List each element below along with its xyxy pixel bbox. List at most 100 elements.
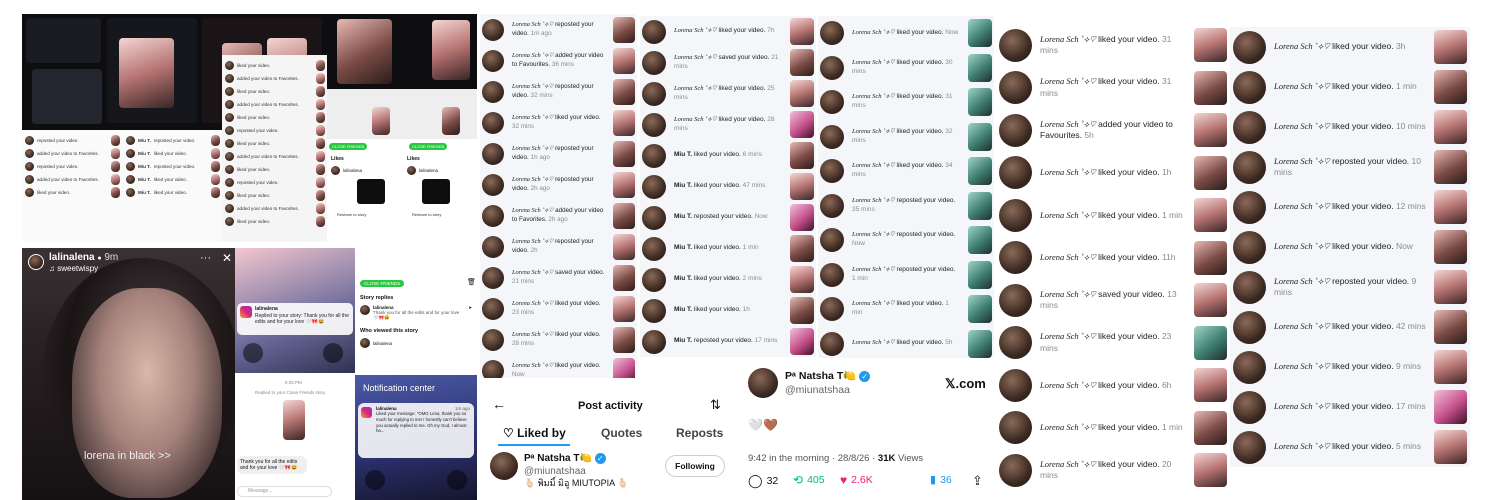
list-item[interactable]: Miu T. reposted your video. 17 mins bbox=[640, 326, 816, 357]
list-item[interactable]: Lorena Sch ˚⟡♡ liked your video. 31 mins bbox=[818, 85, 994, 120]
list-item[interactable]: Lorena Sch ˚⟡♡ liked your video. 28 mins bbox=[640, 109, 816, 140]
tab-reposts[interactable]: Reposts bbox=[676, 426, 723, 440]
list-item[interactable]: Miu T. reposted your video. Now bbox=[640, 202, 816, 233]
list-item[interactable]: Lorena Sch ˚⟡♡ liked your video. 12 mins bbox=[1230, 187, 1470, 227]
reply-item[interactable]: lalinalena Thank you for all the edits an… bbox=[360, 305, 472, 321]
list-item[interactable]: liked your video. bbox=[225, 59, 325, 72]
story-username[interactable]: lalinalena bbox=[49, 252, 95, 263]
list-item[interactable]: Lorena Sch ˚⟡♡ liked your video. 23 mins bbox=[996, 322, 1230, 365]
list-item[interactable]: Lorena Sch ˚⟡♡ liked your video. 42 mins bbox=[1230, 307, 1470, 347]
liker-user[interactable]: lalinalena bbox=[407, 166, 438, 175]
list-item[interactable]: Miu T. liked your video. bbox=[126, 147, 220, 160]
list-item[interactable]: Lorena Sch ˚⟡♡ liked your video. 25 mins bbox=[640, 78, 816, 109]
sort-icon[interactable]: ⇅ bbox=[710, 397, 721, 413]
list-item[interactable]: Lorena Sch ˚⟡♡ reposted your video. Now bbox=[818, 223, 994, 258]
camera-icon[interactable] bbox=[323, 343, 343, 363]
list-item[interactable]: liked your video. bbox=[25, 186, 120, 199]
tab-liked-by[interactable]: ♡ Liked by bbox=[503, 426, 566, 440]
repost-stat[interactable]: ⟲ 405 bbox=[793, 473, 825, 487]
list-item[interactable]: liked your video. bbox=[225, 111, 325, 124]
tweet-handle[interactable]: @miunatshaa bbox=[785, 383, 870, 397]
list-item[interactable]: Lorena Sch ˚⟡♡ reposted your video. 10 m… bbox=[1230, 147, 1470, 187]
list-item[interactable]: Lorena Sch ˚⟡♡ liked your video. 31 mins bbox=[996, 67, 1230, 110]
following-button[interactable]: Following bbox=[665, 455, 725, 477]
list-item[interactable]: liked your video. bbox=[225, 189, 325, 202]
list-item[interactable]: added your video to Favorites. bbox=[225, 98, 325, 111]
list-item[interactable]: Lorena Sch ˚⟡♡ liked your video. 30 mins bbox=[818, 51, 994, 86]
list-item[interactable]: Lorena Sch ˚⟡♡ liked your video. 1 min bbox=[996, 194, 1230, 237]
list-item[interactable]: Lorena Sch ˚⟡♡ reposted your video. 1h a… bbox=[480, 138, 637, 169]
list-item[interactable]: Lorena Sch ˚⟡♡ liked your video. 1h bbox=[996, 152, 1230, 195]
list-item[interactable]: liked your video. bbox=[225, 85, 325, 98]
list-item[interactable]: Lorena Sch ˚⟡♡ liked your video. 34 mins bbox=[818, 154, 994, 189]
list-item[interactable]: Lorena Sch ˚⟡♡ liked your video. 9 mins bbox=[1230, 347, 1470, 387]
ig-notification-banner[interactable]: lalinalena Replied to your story: Thank y… bbox=[237, 303, 353, 335]
send-icon[interactable]: ➤ bbox=[468, 305, 472, 321]
reshare-label[interactable]: Reshare to story bbox=[337, 212, 366, 217]
list-item[interactable]: Miu T. liked your video. 1 min bbox=[640, 233, 816, 264]
list-item[interactable]: added your video to Favorites. bbox=[25, 173, 120, 186]
list-item[interactable]: Lorena Sch ˚⟡♡ reposted your video. 32 m… bbox=[480, 76, 637, 107]
list-item[interactable]: Lorena Sch ˚⟡♡ liked your video. 20 mins bbox=[996, 449, 1230, 492]
liker-user[interactable]: lalinalena bbox=[331, 166, 362, 175]
list-item[interactable]: Lorena Sch ˚⟡♡ liked your video. 23 mins bbox=[480, 293, 637, 324]
list-item[interactable]: Lorena Sch ˚⟡♡ liked your video. 1 min bbox=[1230, 67, 1470, 107]
list-item[interactable]: reposted your video. bbox=[25, 134, 120, 147]
list-item[interactable]: Lorena Sch ˚⟡♡ liked your video. Now bbox=[818, 16, 994, 51]
avatar[interactable] bbox=[28, 254, 44, 271]
list-item[interactable]: Miu T. liked your video. 1h bbox=[640, 295, 816, 326]
list-item[interactable]: Lorena Sch ˚⟡♡ liked your video. 32 mins bbox=[818, 120, 994, 155]
list-item[interactable]: Lorena Sch ˚⟡♡ reposted your video. 2h bbox=[480, 231, 637, 262]
list-item[interactable]: Lorena Sch ˚⟡♡ liked your video. 5 mins bbox=[1230, 427, 1470, 467]
list-item[interactable]: Lorena Sch ˚⟡♡ saved your video. 13 mins bbox=[996, 279, 1230, 322]
list-item[interactable]: Lorena Sch ˚⟡♡ liked your video. 5h bbox=[818, 327, 994, 362]
list-item[interactable]: Lorena Sch ˚⟡♡ reposted your video. 1m a… bbox=[480, 14, 637, 45]
list-item[interactable]: Lorena Sch ˚⟡♡ liked your video. 3h bbox=[1230, 27, 1470, 67]
list-item[interactable]: added your video to Favorites. bbox=[225, 150, 325, 163]
list-item[interactable]: reposted your video. bbox=[225, 176, 325, 189]
list-item[interactable]: liked your video. bbox=[225, 215, 325, 228]
share-icon[interactable]: ⇪ bbox=[972, 473, 983, 489]
list-item[interactable]: Lorena Sch ˚⟡♡ liked your video. 1 min bbox=[996, 407, 1230, 450]
list-item[interactable]: liked your video. bbox=[225, 163, 325, 176]
list-item[interactable]: Miu T. liked your video. 2 mins bbox=[640, 264, 816, 295]
list-item[interactable]: Lorena Sch ˚⟡♡ liked your video. 1 min bbox=[818, 292, 994, 327]
list-item[interactable]: Miu T. liked your video. 6 mins bbox=[640, 140, 816, 171]
list-item[interactable]: Lorena Sch ˚⟡♡ saved your video. 21 mins bbox=[640, 47, 816, 78]
flashlight-icon[interactable] bbox=[365, 470, 385, 490]
list-item[interactable]: added your video to Favorites. bbox=[25, 147, 120, 160]
tab-quotes[interactable]: Quotes bbox=[601, 426, 642, 440]
like-stat[interactable]: ♥ 2.6K bbox=[840, 473, 873, 487]
story-music[interactable]: sweetwispy bbox=[57, 264, 98, 273]
more-icon[interactable]: ··· bbox=[200, 252, 211, 264]
list-item[interactable]: Lorena Sch ˚⟡♡ liked your video. 7h bbox=[640, 16, 816, 47]
list-item[interactable]: Miu T. liked your video. bbox=[126, 173, 220, 186]
notification-card[interactable]: lalinalena 1m ago Liked your message: "OM… bbox=[358, 403, 474, 458]
avatar[interactable] bbox=[490, 452, 518, 480]
list-item[interactable]: Lorena Sch ˚⟡♡ liked your video. 6h bbox=[996, 364, 1230, 407]
message-input[interactable]: Message... bbox=[237, 486, 332, 497]
liker-row[interactable]: Pᵃ Natsha T🍋 ✓ @miunatshaa 🫰🏻 พิมมิ์ มิอ… bbox=[490, 452, 628, 490]
list-item[interactable]: Lorena Sch ˚⟡♡ liked your video. 10 mins bbox=[1230, 107, 1470, 147]
list-item[interactable]: Lorena Sch ˚⟡♡ liked your video. 31 mins bbox=[996, 24, 1230, 67]
list-item[interactable]: Miu T. reposted your video. bbox=[126, 160, 220, 173]
list-item[interactable]: Lorena Sch ˚⟡♡ reposted your video. 1 mi… bbox=[818, 258, 994, 293]
tweet-author-name[interactable]: Pᵃ Natsha T bbox=[785, 370, 843, 382]
list-item[interactable]: reposted your video. bbox=[225, 124, 325, 137]
list-item[interactable]: Lorena Sch ˚⟡♡ saved your video. 21 mins bbox=[480, 262, 637, 293]
list-item[interactable]: Lorena Sch ˚⟡♡ liked your video. Now bbox=[1230, 227, 1470, 267]
list-item[interactable]: Lorena Sch ˚⟡♡ liked your video. 28 mins bbox=[480, 324, 637, 355]
list-item[interactable]: Lorena Sch ˚⟡♡ added your video to Favou… bbox=[480, 45, 637, 76]
list-item[interactable]: Lorena Sch ˚⟡♡ reposted your video. 35 m… bbox=[818, 189, 994, 224]
bookmark-stat[interactable]: ▮ 36 bbox=[930, 473, 952, 487]
list-item[interactable]: Lorena Sch ˚⟡♡ liked your video. 11h bbox=[996, 237, 1230, 280]
list-item[interactable]: Miu T. liked your video. 47 mins bbox=[640, 171, 816, 202]
list-item[interactable]: added your video to Favorites. bbox=[225, 202, 325, 215]
list-item[interactable]: Lorena Sch ˚⟡♡ liked your video. 17 mins bbox=[1230, 387, 1470, 427]
list-item[interactable]: Lorena Sch ˚⟡♡ added your video to Favor… bbox=[480, 200, 637, 231]
list-item[interactable]: Lorena Sch ˚⟡♡ added your video to Favou… bbox=[996, 109, 1230, 152]
list-item[interactable]: Lorena Sch ˚⟡♡ reposted your video. 2h a… bbox=[480, 169, 637, 200]
reshare-label[interactable]: Reshare to story bbox=[412, 212, 441, 217]
camera-icon[interactable] bbox=[447, 470, 467, 490]
list-item[interactable]: Miu T. reposted your video. bbox=[126, 134, 220, 147]
